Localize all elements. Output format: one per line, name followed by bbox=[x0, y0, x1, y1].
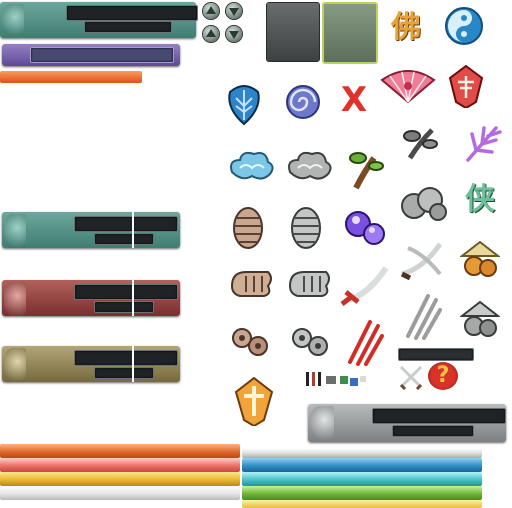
gourd-icon bbox=[459, 240, 501, 280]
teal-hp-slot bbox=[74, 216, 178, 232]
frame-scroll-cap bbox=[4, 214, 26, 248]
crossed-swords-icon bbox=[398, 364, 424, 391]
bone-armor-icon bbox=[228, 204, 268, 249]
empty-slot-selected bbox=[322, 2, 378, 64]
teal-mp-slot bbox=[94, 233, 154, 245]
chevron-up-icon bbox=[206, 29, 216, 37]
gray-bone-gear-icon bbox=[288, 322, 332, 362]
cyan-bar bbox=[242, 472, 482, 486]
white-bar-right bbox=[242, 448, 482, 458]
gray-herb-icon bbox=[400, 124, 440, 164]
gray-mp-slot bbox=[392, 425, 474, 437]
frame-scroll-cap bbox=[4, 348, 26, 382]
hero-glyph-icon: 侠 bbox=[465, 182, 495, 217]
buddha-glyph-icon: 佛 bbox=[391, 10, 421, 45]
mini-indicator-strip bbox=[304, 370, 370, 388]
purple-orb-icon bbox=[340, 202, 388, 245]
red-hp-slot bbox=[74, 284, 178, 300]
yellow-bar bbox=[0, 472, 240, 486]
twin-sabre-icon bbox=[398, 238, 444, 281]
gray-smoke-icon bbox=[398, 180, 450, 221]
khaki-hp-slot bbox=[74, 350, 178, 366]
claw-slash-icon bbox=[344, 318, 384, 366]
purple-bar-slot bbox=[30, 47, 174, 63]
frame-scroll-cap bbox=[2, 4, 24, 36]
orange-bar bbox=[0, 444, 240, 458]
frame-scroll-cap bbox=[310, 406, 334, 440]
hp-slot bbox=[66, 5, 198, 21]
herb-root-icon bbox=[344, 148, 384, 190]
scroll-down-button[interactable] bbox=[226, 3, 242, 19]
gray-bone-armor-icon bbox=[286, 204, 326, 249]
golden-emblem-icon bbox=[234, 376, 274, 428]
red-mp-slot bbox=[94, 301, 154, 313]
panel-split-line bbox=[132, 346, 134, 382]
frame-scroll-cap bbox=[4, 282, 26, 316]
panel-split-line bbox=[132, 212, 134, 248]
gray-gourd-icon bbox=[459, 300, 501, 340]
purple-feather-icon bbox=[462, 122, 502, 162]
yin-yang-icon bbox=[444, 6, 484, 46]
chevron-down-icon bbox=[229, 8, 239, 16]
gray-claw-slash-icon bbox=[402, 292, 442, 340]
fan-icon bbox=[380, 68, 436, 108]
blue-bar bbox=[242, 458, 482, 472]
empty-slot-dark bbox=[266, 2, 320, 62]
small-status-slot bbox=[398, 348, 474, 361]
scroll-up-alt-button[interactable] bbox=[203, 26, 219, 42]
chevron-up-icon bbox=[206, 6, 216, 14]
chevron-down-icon bbox=[229, 31, 239, 39]
red-sword-icon bbox=[340, 262, 390, 306]
gold-bar bbox=[242, 500, 482, 508]
mp-slot bbox=[84, 21, 172, 33]
bone-gear-icon bbox=[228, 322, 272, 362]
red-crest-icon bbox=[446, 64, 486, 110]
scroll-up-button[interactable] bbox=[203, 3, 219, 19]
khaki-mp-slot bbox=[94, 367, 154, 379]
gray-cloud-icon bbox=[284, 148, 332, 188]
white-bar bbox=[0, 486, 240, 500]
blue-feather-mask-icon bbox=[224, 82, 264, 126]
pink-bar bbox=[0, 458, 240, 472]
close-cross-icon: X bbox=[340, 80, 368, 120]
help-icon[interactable]: ? bbox=[428, 362, 458, 390]
spiral-wind-icon bbox=[282, 82, 322, 122]
green-bar bbox=[242, 486, 482, 500]
panel-split-line bbox=[132, 280, 134, 316]
scroll-down-alt-button[interactable] bbox=[226, 26, 242, 42]
blue-cloud-icon bbox=[226, 148, 274, 188]
gray-hp-slot bbox=[372, 408, 506, 424]
fist-icon bbox=[228, 266, 276, 306]
gray-fist-icon bbox=[286, 266, 334, 306]
orange-progress-bar bbox=[0, 71, 142, 83]
